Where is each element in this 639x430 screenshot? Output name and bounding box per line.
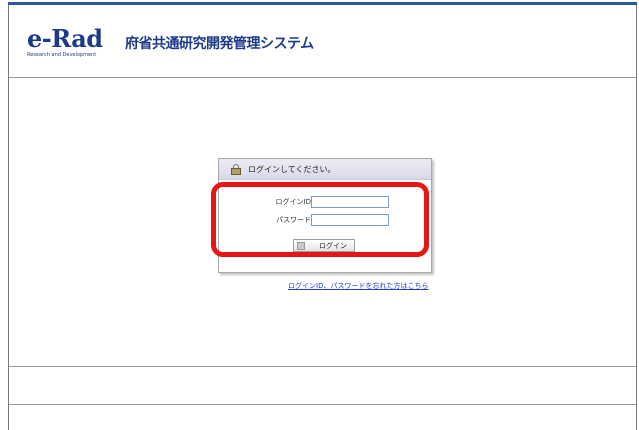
content-divider — [9, 366, 636, 367]
footer-divider — [9, 404, 636, 405]
login-panel: ログインしてください。 ログインID パスワード ログイン — [218, 158, 432, 273]
login-id-input[interactable] — [311, 196, 389, 208]
login-id-row: ログインID — [219, 196, 431, 208]
login-panel-header: ログインしてください。 — [219, 159, 431, 180]
password-label: パスワード — [276, 216, 311, 224]
header: e-Rad Research and Development 府省共通研究開発管… — [9, 5, 636, 77]
lock-icon — [231, 163, 241, 175]
erad-logo[interactable]: e-Rad Research and Development — [27, 24, 103, 59]
password-row: パスワード — [219, 214, 431, 226]
login-heading: ログインしてください。 — [248, 164, 336, 174]
login-button-label: ログイン — [319, 242, 347, 250]
logo-subtext: Research and Development — [27, 52, 97, 58]
password-input[interactable] — [311, 214, 389, 226]
login-id-label: ログインID — [275, 198, 311, 206]
forgot-credentials-link[interactable]: ログインID、パスワードを忘れた方はこちら — [288, 281, 428, 291]
system-title: 府省共通研究開発管理システム — [125, 36, 314, 52]
header-divider — [9, 77, 636, 78]
login-icon — [297, 241, 305, 250]
logo-text: e-Rad — [27, 24, 103, 53]
login-button[interactable]: ログイン — [293, 239, 355, 252]
